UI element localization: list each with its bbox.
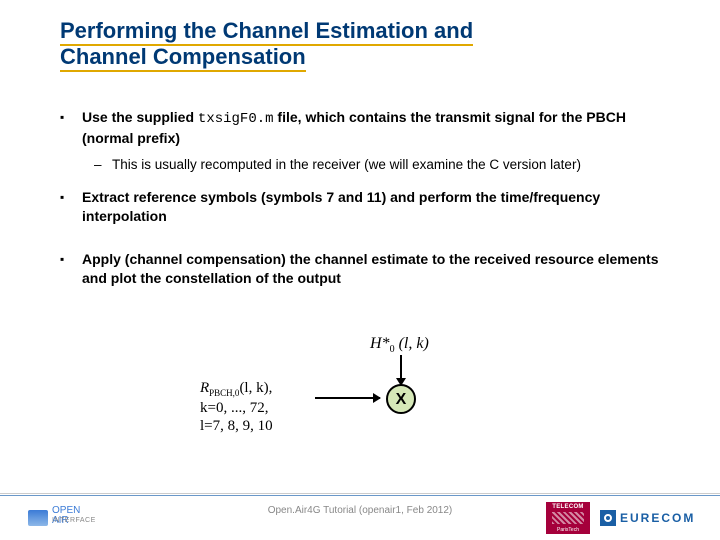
telecom-logo: TELECOM ParisTech (546, 502, 590, 534)
r-input-label: RPBCH,0(l, k), k=0, ..., 72, l=7, 8, 9, … (200, 379, 273, 435)
bullet-2: Extract reference symbols (symbols 7 and… (60, 188, 670, 226)
arrow-right-icon (315, 397, 380, 399)
arrow-down-icon (400, 355, 402, 385)
openair-icon (28, 510, 48, 526)
content-area: Use the supplied txsigF0.m file, which c… (60, 108, 670, 296)
eurecom-icon (600, 510, 616, 526)
diagram: H*0 (l, k) X RPBCH,0(l, k), k=0, ..., 72… (60, 335, 660, 465)
bullet-1-sub: This is usually recomputed in the receiv… (60, 156, 670, 174)
eurecom-text: EURECOM (620, 511, 695, 525)
openair-logo: OPEN AIR INTERFACE (28, 504, 98, 532)
eurecom-logo: EURECOM (600, 508, 700, 530)
bullet-1-code: txsigF0.m (198, 111, 274, 127)
footer-divider-2 (0, 495, 720, 496)
telecom-bot: ParisTech (546, 527, 590, 533)
telecom-top: TELECOM (546, 504, 590, 510)
bullet-1: Use the supplied txsigF0.m file, which c… (60, 108, 670, 148)
multiplier-node: X (386, 384, 416, 414)
r-pre: R (200, 380, 209, 396)
telecom-mid-icon (552, 512, 584, 524)
r-args: (l, k), (239, 380, 272, 396)
h-label: H*0 (l, k) (370, 335, 429, 355)
bullet-1-pre: Use the supplied (82, 109, 198, 125)
bullet-3: Apply (channel compensation) the channel… (60, 250, 670, 288)
r-sub: PBCH,0 (209, 388, 239, 398)
spacer (60, 234, 670, 250)
openair-sub: INTERFACE (52, 517, 96, 524)
title-line-2: Channel Compensation (60, 44, 306, 72)
footer-divider-1 (0, 493, 720, 494)
slide-title: Performing the Channel Estimation and Ch… (60, 18, 660, 71)
h-pre: H* (370, 335, 390, 352)
r-line-3: l=7, 8, 9, 10 (200, 418, 273, 434)
h-post: (l, k) (395, 335, 429, 352)
title-line-1: Performing the Channel Estimation and (60, 18, 473, 46)
r-line-2: k=0, ..., 72, (200, 400, 268, 416)
slide: Performing the Channel Estimation and Ch… (0, 0, 720, 540)
